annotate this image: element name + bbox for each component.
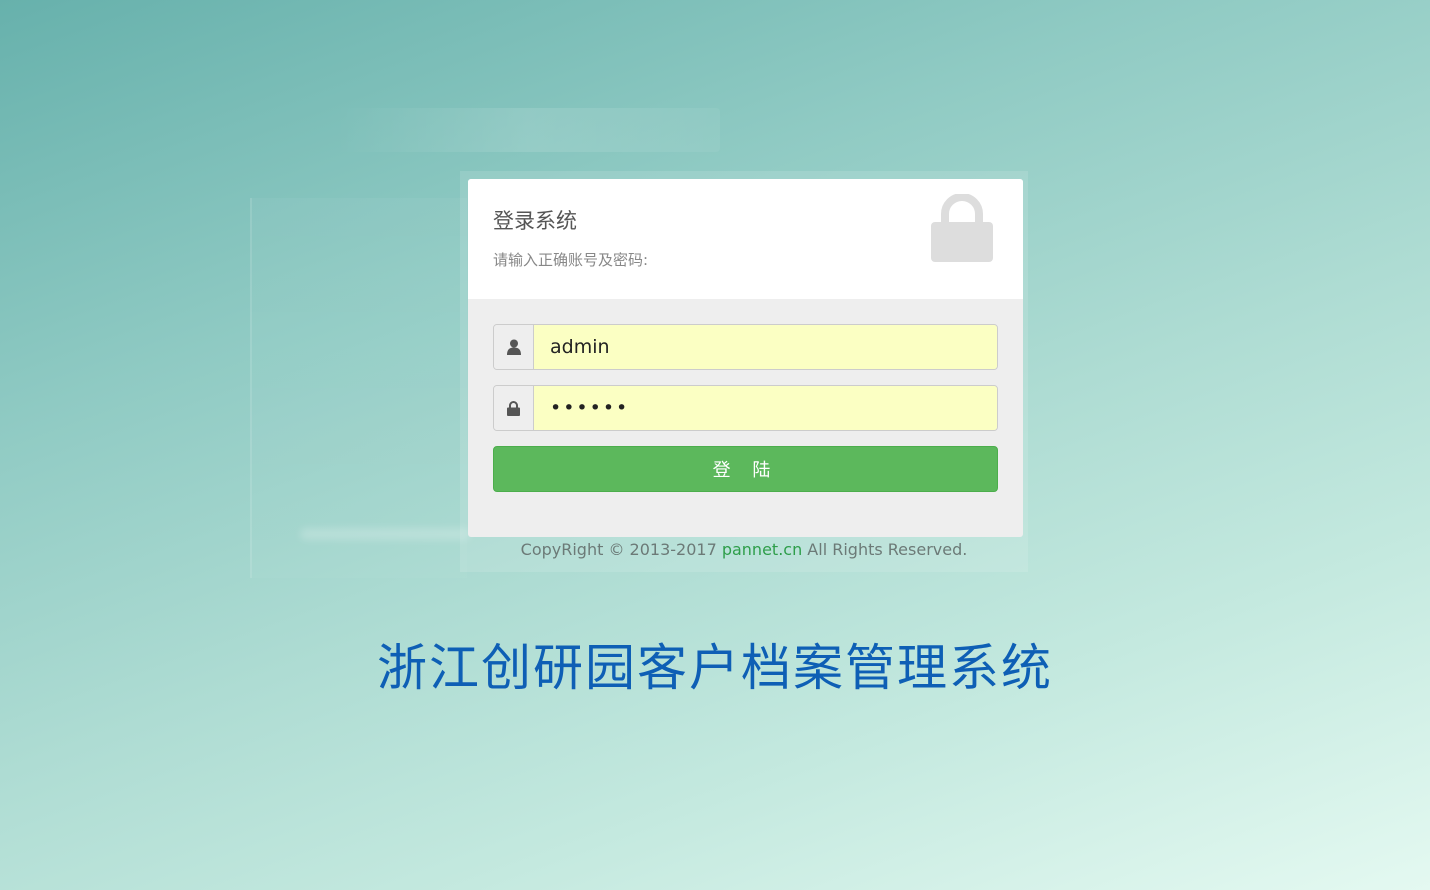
system-title: 浙江创研园客户档案管理系统 (377, 639, 1053, 697)
lock-icon (494, 386, 534, 430)
password-input-group (493, 385, 998, 431)
copyright-prefix: CopyRight © 2013-2017 (520, 540, 722, 559)
login-subheading: 请输入正确账号及密码: (493, 251, 649, 269)
user-icon (494, 325, 534, 369)
login-form: 登 陆 (468, 299, 1023, 492)
lock-icon (931, 194, 993, 262)
background-light-streak (300, 528, 470, 540)
copyright-suffix: All Rights Reserved. (802, 540, 968, 559)
login-button[interactable]: 登 陆 (493, 446, 998, 492)
background-ghost-panel (250, 198, 467, 578)
username-input[interactable] (534, 325, 997, 369)
background-ghost-title (335, 108, 720, 152)
login-header: 登录系统 请输入正确账号及密码: (468, 179, 1023, 299)
copyright-footer: CopyRight © 2013-2017 pannet.cn All Righ… (460, 540, 1028, 559)
login-heading: 登录系统 (493, 209, 577, 233)
brand-link[interactable]: pannet.cn (722, 540, 802, 559)
login-box: 登录系统 请输入正确账号及密码: admin 登 陆 (468, 179, 1023, 537)
username-input-group (493, 324, 998, 370)
password-input[interactable] (534, 386, 997, 430)
